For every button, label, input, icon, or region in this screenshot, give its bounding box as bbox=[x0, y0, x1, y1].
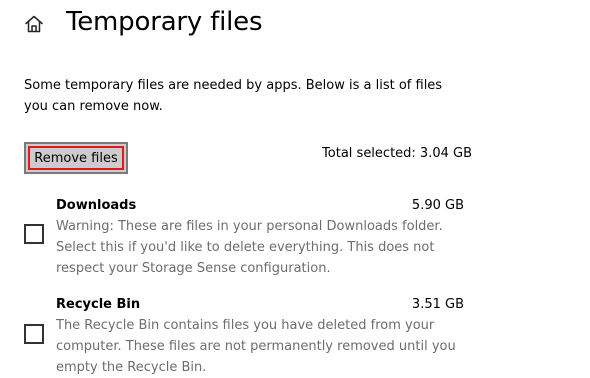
file-item-name: Recycle Bin bbox=[56, 297, 141, 312]
downloads-checkbox[interactable] bbox=[24, 224, 44, 244]
file-item-description: Warning: These are files in your persona… bbox=[56, 219, 443, 276]
file-item-size: 5.90 GB bbox=[411, 198, 464, 213]
remove-files-label: Remove files bbox=[28, 146, 124, 170]
file-item-recycle-bin: Recycle Bin 3.51 GB The Recycle Bin cont… bbox=[24, 295, 464, 375]
page-title: Temporary files bbox=[66, 7, 263, 37]
file-item-size: 3.51 GB bbox=[411, 297, 464, 312]
recycle-bin-checkbox[interactable] bbox=[24, 324, 44, 344]
total-selected: Total selected: 3.04 GB bbox=[322, 146, 472, 161]
page-description: Some temporary files are needed by apps.… bbox=[24, 78, 443, 114]
home-icon bbox=[25, 15, 43, 33]
file-item-description: The Recycle Bin contains files you have … bbox=[56, 318, 456, 375]
file-item-downloads: Downloads 5.90 GB Warning: These are fil… bbox=[24, 196, 464, 278]
home-button[interactable] bbox=[20, 10, 48, 38]
file-item-name: Downloads bbox=[56, 198, 137, 213]
remove-files-button[interactable]: Remove files bbox=[24, 142, 128, 174]
